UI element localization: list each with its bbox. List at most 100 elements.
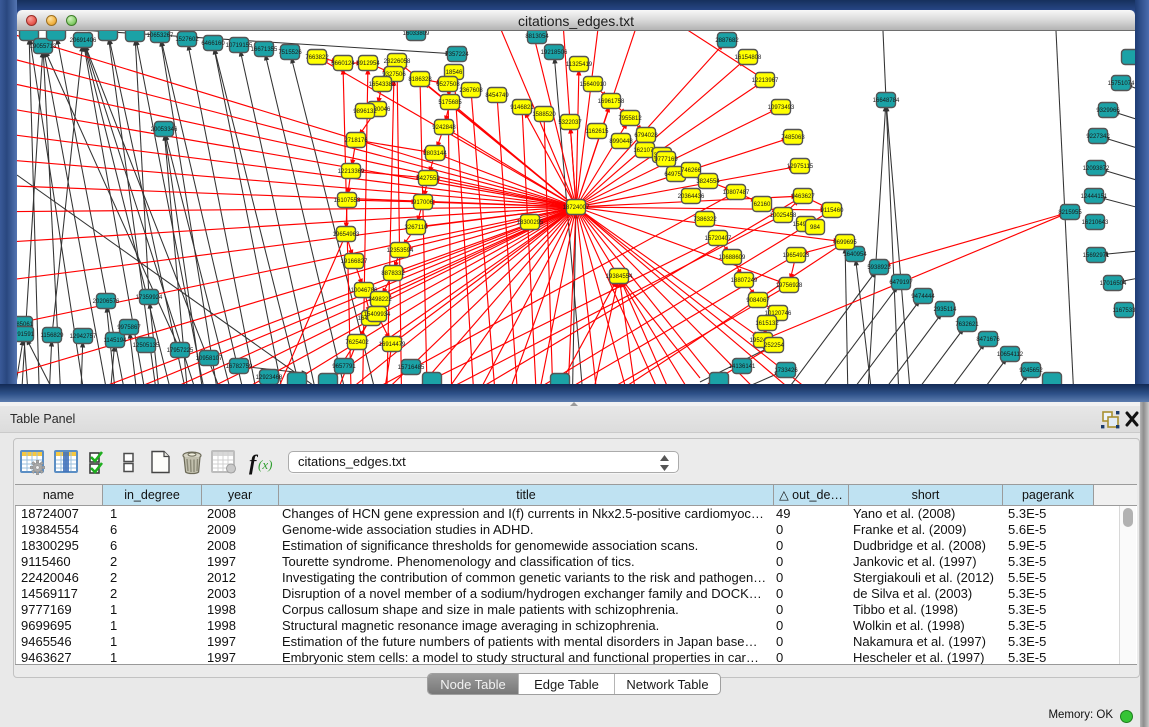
- svg-text:15692971: 15692971: [1083, 253, 1110, 259]
- svg-text:16107553: 16107553: [334, 198, 361, 204]
- svg-text:391591: 391591: [17, 332, 35, 338]
- svg-text:16543382: 16543382: [369, 82, 396, 88]
- svg-text:10653267: 10653267: [147, 33, 174, 39]
- svg-text:16961758: 16961758: [598, 99, 625, 105]
- svg-text:23226058: 23226058: [384, 59, 411, 65]
- svg-text:12353594: 12353594: [387, 248, 414, 254]
- svg-text:2718176: 2718176: [344, 138, 368, 144]
- svg-text:252254: 252254: [764, 343, 785, 349]
- svg-text:9975867: 9975867: [117, 325, 141, 331]
- svg-text:12093872: 12093872: [1083, 166, 1110, 172]
- svg-text:15720407: 15720407: [705, 236, 732, 242]
- svg-text:8660124: 8660124: [331, 61, 355, 67]
- svg-text:14136141: 14136141: [729, 364, 756, 370]
- svg-text:12444151: 12444151: [1081, 194, 1108, 200]
- svg-text:9245652: 9245652: [1019, 368, 1043, 374]
- svg-text:19055713: 19055713: [30, 44, 57, 50]
- svg-text:19654923: 19654923: [783, 253, 810, 259]
- svg-text:12505135: 12505135: [133, 343, 160, 349]
- svg-text:917006: 917006: [413, 200, 434, 206]
- svg-text:5322037: 5322037: [558, 120, 582, 126]
- svg-text:10807487: 10807487: [723, 190, 750, 196]
- svg-text:746266: 746266: [681, 168, 702, 174]
- svg-text:16033809: 16033809: [403, 31, 430, 37]
- svg-text:19166827: 19166827: [341, 259, 368, 265]
- svg-text:3498222: 3498222: [368, 297, 392, 303]
- svg-text:7625402: 7625402: [345, 340, 369, 346]
- svg-text:984: 984: [810, 225, 821, 231]
- svg-text:10654112: 10654112: [997, 352, 1024, 358]
- svg-text:8878332: 8878332: [381, 271, 405, 277]
- svg-text:9896132: 9896132: [353, 109, 377, 115]
- svg-text:8813054: 8813054: [525, 34, 549, 40]
- svg-text:16671355: 16671355: [251, 47, 278, 53]
- svg-text:19756928: 19756928: [776, 283, 803, 289]
- svg-text:9474444: 9474444: [911, 294, 935, 300]
- svg-text:8215955: 8215955: [1058, 210, 1082, 216]
- svg-text:1640954: 1640954: [843, 252, 867, 258]
- svg-text:12942757: 12942757: [70, 334, 97, 340]
- svg-text:16914479: 16914479: [379, 342, 406, 348]
- svg-text:11325419: 11325419: [566, 62, 593, 68]
- svg-text:(x): (x): [258, 457, 272, 472]
- svg-text:20206576: 20206576: [93, 299, 120, 305]
- svg-text:2887682: 2887682: [715, 38, 739, 44]
- svg-text:19218506: 19218506: [541, 50, 568, 56]
- svg-text:1615132: 1615132: [755, 321, 779, 327]
- svg-text:15716485: 15716485: [398, 365, 425, 371]
- svg-text:2803144: 2803144: [423, 151, 447, 157]
- svg-text:5938923: 5938923: [867, 265, 891, 271]
- svg-text:9699695: 9699695: [833, 240, 857, 246]
- svg-text:1145194: 1145194: [104, 338, 128, 344]
- svg-text:9227342: 9227342: [1086, 134, 1110, 140]
- svg-text:15409934: 15409934: [364, 312, 391, 318]
- svg-text:16210643: 16210643: [1082, 220, 1109, 226]
- svg-text:19384554: 19384554: [606, 274, 633, 280]
- svg-text:9657791: 9657791: [332, 364, 356, 370]
- svg-text:1527602: 1527602: [175, 37, 199, 43]
- svg-text:7386322: 7386322: [693, 217, 717, 223]
- svg-text:1588520: 1588520: [532, 112, 556, 118]
- svg-text:7955812: 7955812: [618, 116, 642, 122]
- svg-text:15640910: 15640910: [580, 82, 607, 88]
- svg-text:20364436: 20364436: [678, 194, 705, 200]
- svg-text:17957225: 17957225: [167, 348, 194, 354]
- svg-text:1167533: 1167533: [1113, 308, 1135, 314]
- svg-text:9146821: 9146821: [510, 105, 534, 111]
- svg-text:16648784: 16648784: [873, 98, 900, 104]
- svg-text:18300295: 18300295: [517, 220, 544, 226]
- svg-text:18807249: 18807249: [731, 278, 758, 284]
- svg-text:6466160: 6466160: [201, 41, 225, 47]
- svg-text:8990448: 8990448: [609, 139, 633, 145]
- svg-text:9777169: 9777169: [654, 157, 678, 163]
- svg-text:7485063: 7485063: [781, 135, 805, 141]
- svg-text:7663822: 7663822: [305, 55, 329, 61]
- svg-text:10973493: 10973493: [768, 105, 795, 111]
- svg-text:1733426: 1733426: [774, 368, 798, 374]
- svg-text:12975115: 12975115: [787, 164, 814, 170]
- svg-text:8471676: 8471676: [976, 337, 1000, 343]
- svg-text:18546: 18546: [446, 70, 463, 76]
- svg-text:12213967: 12213967: [752, 78, 779, 84]
- svg-text:12923468: 12923468: [256, 375, 283, 381]
- svg-text:2935114: 2935114: [934, 307, 958, 313]
- svg-text:10688609: 10688609: [719, 255, 746, 261]
- svg-text:9527508: 9527508: [436, 82, 460, 88]
- svg-text:9463627: 9463627: [791, 194, 815, 200]
- svg-text:10025458: 10025458: [770, 213, 797, 219]
- svg-text:8427552: 8427552: [416, 176, 440, 182]
- svg-text:10719155: 10719155: [226, 43, 253, 49]
- svg-text:19654963: 19654963: [333, 232, 360, 238]
- svg-text:16782759: 16782759: [226, 364, 253, 370]
- svg-text:2367608: 2367608: [459, 88, 483, 94]
- svg-text:8912954: 8912954: [356, 61, 380, 67]
- svg-text:8454749: 8454749: [485, 93, 509, 99]
- svg-text:3267110: 3267110: [405, 225, 429, 231]
- svg-text:1162615: 1162615: [586, 129, 610, 135]
- svg-text:6794028: 6794028: [634, 133, 658, 139]
- svg-text:5175685: 5175685: [438, 100, 462, 106]
- svg-text:7515526: 7515526: [278, 50, 302, 56]
- svg-text:7632621: 7632621: [955, 322, 979, 328]
- svg-text:16154808: 16154808: [735, 55, 762, 61]
- svg-text:12213369: 12213369: [338, 169, 365, 175]
